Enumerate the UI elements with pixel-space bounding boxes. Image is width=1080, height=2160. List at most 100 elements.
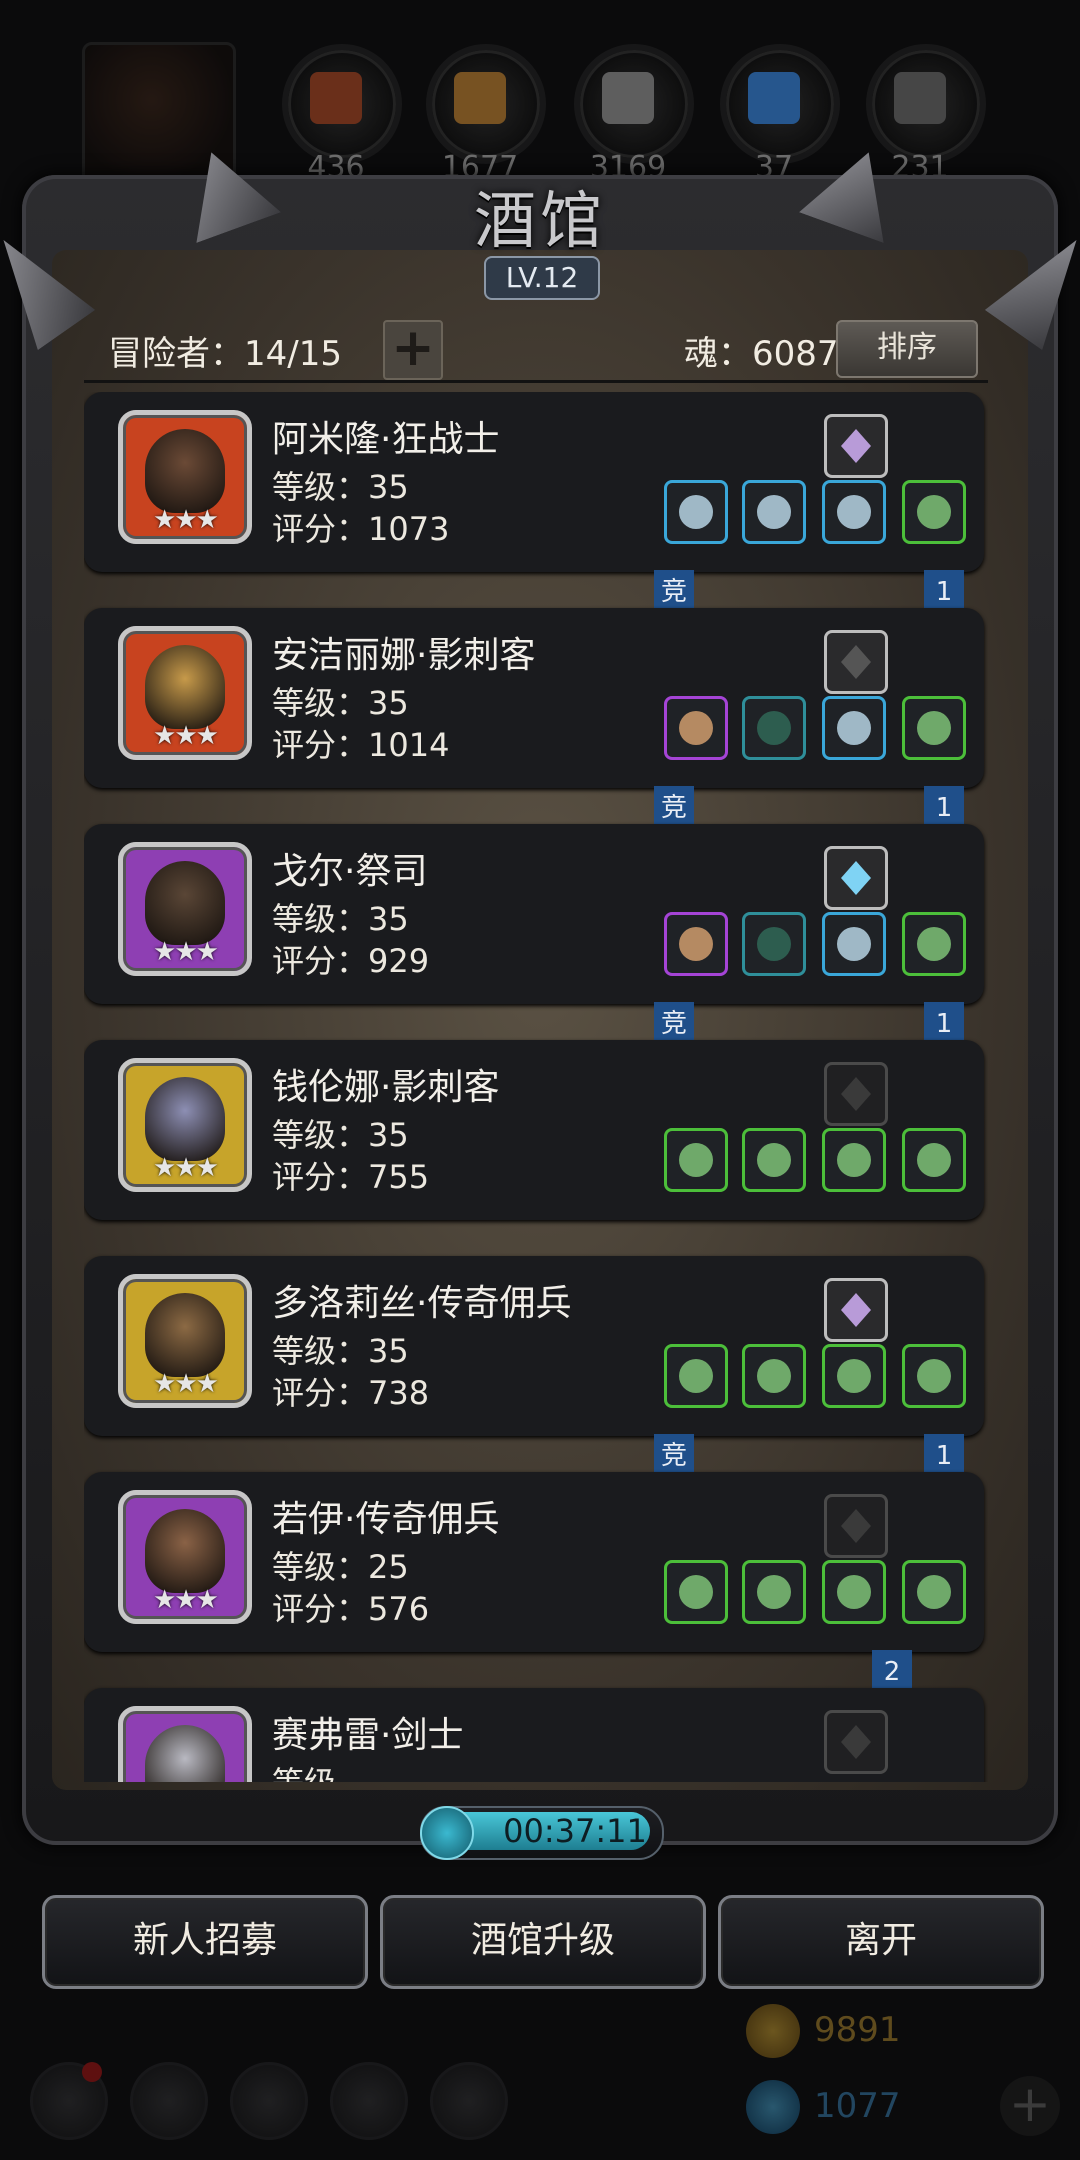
add-slot-button[interactable]: + [383, 320, 443, 380]
hero-card[interactable]: ★★★ 若伊·传奇佣兵 等级：25 评分：576 [84, 1472, 984, 1652]
equipment-icon [837, 1575, 871, 1609]
hero-score: 评分：576 [272, 1590, 430, 1628]
add-currency-icon[interactable]: + [1000, 2076, 1060, 2136]
hero-score: 评分：755 [272, 1158, 430, 1196]
equipment-slot[interactable] [822, 1344, 886, 1408]
equipment-slot[interactable] [664, 1128, 728, 1192]
equipment-slot[interactable] [822, 696, 886, 760]
equipment-slot[interactable] [902, 480, 966, 544]
empty-icon [841, 1509, 871, 1543]
codex-icon[interactable] [230, 2062, 308, 2140]
stone-resource[interactable] [866, 44, 986, 164]
mail-icon[interactable] [330, 2062, 408, 2140]
hero-name: 安洁丽娜·影刺客 [272, 635, 536, 676]
leave-button[interactable]: 离开 [718, 1895, 1044, 1989]
equipment-icon [679, 495, 713, 529]
equipment-icon [837, 1143, 871, 1177]
equipment-icon [757, 927, 791, 961]
equipment-icon [679, 927, 713, 961]
wood-resource[interactable] [426, 44, 546, 164]
adventurer-count: 冒险者：14/15 [108, 334, 342, 374]
equipment-slot[interactable] [902, 1344, 966, 1408]
claw-icon [841, 645, 871, 679]
hero-card[interactable]: ★★★ 安洁丽娜·影刺客 等级：35 评分：1014 [84, 608, 984, 788]
equipment-slot[interactable] [742, 696, 806, 760]
recruit-button[interactable]: 新人招募 [42, 1895, 368, 1989]
handshake-icon[interactable] [430, 2062, 508, 2140]
achievement-icon[interactable] [130, 2062, 208, 2140]
equipment-icon [837, 495, 871, 529]
equipment-icon [917, 1143, 951, 1177]
equipment-slot[interactable] [742, 480, 806, 544]
equipment-icon [757, 495, 791, 529]
equipment-icon [917, 495, 951, 529]
hero-list[interactable]: ★★★ 阿米隆·狂战士 等级：35 评分：1073 竞 1 ★★★ 安洁丽娜·影刺客 等级：35… [84, 392, 988, 1782]
hero-score: 评分：1014 [272, 726, 450, 764]
equipment-slot[interactable] [902, 912, 966, 976]
equipment-slot[interactable] [742, 912, 806, 976]
equipment-slot[interactable] [902, 696, 966, 760]
equipment-slot[interactable] [664, 480, 728, 544]
equipment-icon [917, 1359, 951, 1393]
hero-card[interactable]: 赛弗雷·剑士等级 [84, 1688, 984, 1782]
empty-icon [841, 1725, 871, 1759]
empty-gem-slot[interactable] [824, 1710, 888, 1774]
gem-slot[interactable] [824, 846, 888, 910]
iron-resource[interactable] [574, 44, 694, 164]
gold-amount: 9891 [814, 2010, 901, 2050]
equipment-slot[interactable] [742, 1560, 806, 1624]
hero-card[interactable]: ★★★ 多洛莉丝·传奇佣兵 等级：35 评分：738 [84, 1256, 984, 1436]
gem-slot[interactable] [824, 414, 888, 478]
equipment-slot[interactable] [822, 1128, 886, 1192]
upgrade-tavern-button[interactable]: 酒馆升级 [380, 1895, 706, 1989]
equipment-icon [917, 1575, 951, 1609]
sort-button[interactable]: 排序 [836, 320, 978, 378]
ice-icon [841, 861, 871, 895]
wood-icon [454, 72, 506, 124]
crystal-resource[interactable] [720, 44, 840, 164]
equipment-slot[interactable] [664, 1344, 728, 1408]
empty-gem-slot[interactable] [824, 1062, 888, 1126]
equipment-icon [679, 1575, 713, 1609]
equipment-slot[interactable] [822, 480, 886, 544]
equipment-slot[interactable] [664, 1560, 728, 1624]
hero-level: 等级：25 [272, 1548, 409, 1586]
equipment-slot[interactable] [902, 1128, 966, 1192]
gem-slot[interactable] [824, 630, 888, 694]
equipment-slot[interactable] [742, 1128, 806, 1192]
hero-avatar: ★★★ [118, 1490, 252, 1624]
hero-avatar: ★★★ [118, 1058, 252, 1192]
star-rating: ★★★ [153, 721, 219, 751]
hero-score: 评分：1073 [272, 510, 450, 548]
equipment-slot[interactable] [742, 1344, 806, 1408]
hero-name: 钱伦娜·影刺客 [272, 1067, 500, 1108]
hero-score: 评分：929 [272, 942, 430, 980]
equipment-slot[interactable] [664, 912, 728, 976]
gem-slot[interactable] [824, 1278, 888, 1342]
divider [84, 380, 988, 383]
hero-avatar: ★★★ [118, 842, 252, 976]
equipment-slot[interactable] [822, 1560, 886, 1624]
empty-gem-slot[interactable] [824, 1494, 888, 1558]
hero-score: 评分：738 [272, 1374, 430, 1412]
star-rating: ★★★ [153, 505, 219, 535]
hero-level: 等级：35 [272, 1332, 409, 1370]
ore-resource[interactable] [282, 44, 402, 164]
hero-portrait [145, 1077, 225, 1161]
hero-card[interactable]: ★★★ 阿米隆·狂战士 等级：35 评分：1073 [84, 392, 984, 572]
equipment-icon [837, 1359, 871, 1393]
hero-portrait [145, 1293, 225, 1377]
equipment-icon [757, 1575, 791, 1609]
hero-card[interactable]: ★★★ 戈尔·祭司 等级：35 评分：929 [84, 824, 984, 1004]
hero-portrait [145, 645, 225, 729]
equipment-slot[interactable] [902, 1560, 966, 1624]
stone-icon [894, 72, 946, 124]
star-rating: ★★★ [153, 1585, 219, 1615]
equipment-slot[interactable] [664, 696, 728, 760]
hero-card[interactable]: ★★★ 钱伦娜·影刺客 等级：35 评分：755 [84, 1040, 984, 1220]
soul-count: 魂：6087 [684, 334, 839, 374]
equipment-slot[interactable] [822, 912, 886, 976]
gold-coin-icon [746, 2004, 800, 2058]
equipment-icon [917, 711, 951, 745]
equipment-icon [837, 711, 871, 745]
